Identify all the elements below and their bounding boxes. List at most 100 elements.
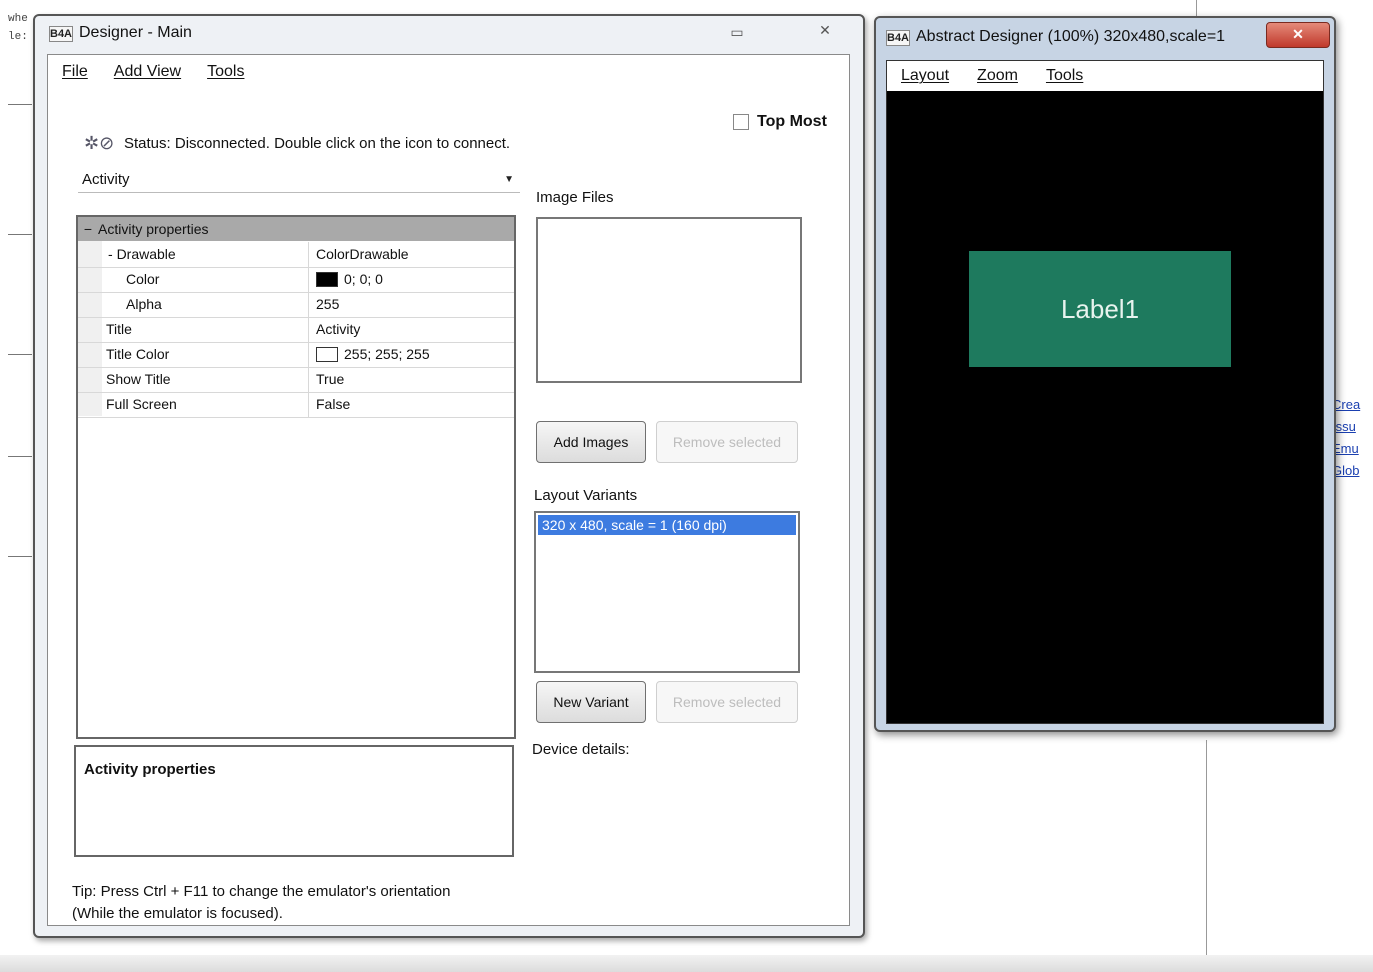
collapse-icon[interactable]: - — [108, 246, 113, 262]
property-grid: − Activity properties - Drawable ColorDr… — [76, 215, 516, 739]
background-link: Issu — [1332, 419, 1356, 434]
menu-tools[interactable]: Tools — [1046, 67, 1083, 85]
property-row-show-title[interactable]: Show Title True — [78, 367, 514, 393]
background-tick — [8, 456, 32, 457]
property-name: - Drawable — [108, 246, 298, 262]
main-menubar: File Add View Tools — [48, 55, 244, 89]
remove-images-button[interactable]: Remove selected — [656, 421, 798, 463]
property-value-text: True — [316, 371, 345, 387]
connection-icon[interactable]: ✲⊘ — [84, 131, 118, 155]
add-images-button[interactable]: Add Images — [536, 421, 646, 463]
property-category-label: Activity properties — [98, 221, 209, 237]
tip-line: Tip: Press Ctrl + F11 to change the emul… — [72, 883, 451, 900]
code-line-1: whe — [8, 13, 28, 25]
menu-layout[interactable]: Layout — [901, 67, 949, 85]
property-name-text: Drawable — [116, 246, 176, 262]
background-tick — [8, 104, 32, 105]
restore-icon[interactable]: ▭ — [723, 22, 751, 42]
window-title: Abstract Designer (100%) 320x480,scale=1 — [916, 28, 1226, 45]
layout-variants-list[interactable]: 320 x 480, scale = 1 (160 dpi) — [534, 511, 800, 673]
property-description-panel: Activity properties — [74, 745, 514, 857]
abstract-designer-canvas[interactable]: Layout Zoom Tools Label1 — [886, 60, 1324, 724]
property-value[interactable]: ColorDrawable — [316, 246, 506, 262]
tip-text: Tip: Press Ctrl + F11 to change the emul… — [72, 881, 532, 925]
property-name: Title — [106, 321, 132, 337]
new-variant-button[interactable]: New Variant — [536, 681, 646, 723]
collapse-icon[interactable]: − — [78, 221, 98, 237]
property-row-full-screen[interactable]: Full Screen False — [78, 392, 514, 418]
status-text: Status: Disconnected. Double click on th… — [124, 134, 511, 152]
abstract-menubar: Layout Zoom Tools — [887, 61, 1323, 91]
background-link: Emu — [1332, 441, 1359, 456]
image-files-list[interactable] — [536, 217, 802, 383]
property-name: Color — [126, 271, 160, 287]
close-icon[interactable]: ✕ — [811, 20, 839, 40]
property-value[interactable]: 255 — [316, 296, 506, 312]
property-value[interactable]: 255; 255; 255 — [316, 346, 506, 362]
property-description-title: Activity properties — [84, 761, 216, 778]
desktop-bottom-edge — [0, 955, 1373, 972]
top-most-label: Top Most — [757, 113, 827, 130]
grid-separator — [308, 367, 309, 392]
device-details-label: Device details: — [532, 741, 630, 758]
label-view[interactable]: Label1 — [969, 251, 1231, 367]
background-link: Crea — [1332, 397, 1361, 412]
remove-variant-button[interactable]: Remove selected — [656, 681, 798, 723]
color-swatch-icon — [316, 271, 338, 287]
property-row-title-color[interactable]: Title Color 255; 255; 255 — [78, 342, 514, 368]
property-name: Show Title — [106, 371, 171, 387]
property-value-text: False — [316, 396, 351, 412]
property-value-text: 0; 0; 0 — [344, 271, 383, 287]
menu-zoom[interactable]: Zoom — [977, 67, 1018, 85]
color-swatch-icon — [316, 346, 338, 362]
main-titlebar[interactable]: B4A Designer - Main ▭ ✕ — [35, 16, 863, 54]
property-value[interactable]: 0; 0; 0 — [316, 271, 506, 287]
app-icon: B4A — [886, 30, 910, 46]
app-icon: B4A — [49, 26, 73, 42]
property-value-text: 255 — [316, 296, 340, 312]
property-name: Title Color — [106, 346, 170, 362]
property-category-header[interactable]: − Activity properties — [78, 217, 514, 241]
status-row: ✲⊘ Status: Disconnected. Double click on… — [84, 131, 510, 155]
dropdown-arrow-icon[interactable]: ▼ — [504, 174, 514, 185]
module-selector-value: Activity — [82, 171, 130, 188]
property-name: Full Screen — [106, 396, 177, 412]
layout-variant-item[interactable]: 320 x 480, scale = 1 (160 dpi) — [538, 515, 796, 535]
property-value-text: 255; 255; 255 — [344, 346, 430, 362]
code-line-2: le: — [8, 31, 28, 43]
background-tick — [8, 556, 32, 557]
grid-separator — [308, 292, 309, 317]
image-files-label: Image Files — [536, 189, 614, 206]
background-tick — [8, 234, 32, 235]
menu-file[interactable]: File — [62, 63, 88, 81]
menu-tools[interactable]: Tools — [207, 63, 244, 81]
checkbox-box[interactable] — [733, 114, 749, 130]
window-title: Designer - Main — [79, 24, 192, 41]
background-link: Glob — [1332, 463, 1360, 478]
grid-separator — [308, 267, 309, 292]
property-row-color[interactable]: Color 0; 0; 0 — [78, 267, 514, 293]
designer-main-window: B4A Designer - Main ▭ ✕ File Add View To… — [33, 14, 865, 938]
property-row-alpha[interactable]: Alpha 255 — [78, 292, 514, 318]
grid-separator — [308, 242, 309, 267]
property-value[interactable]: False — [316, 396, 506, 412]
grid-separator — [308, 392, 309, 417]
abstract-designer-window: B4A Abstract Designer (100%) 320x480,sca… — [874, 16, 1336, 732]
tip-line: (While the emulator is focused). — [72, 905, 283, 922]
property-value[interactable]: Activity — [316, 321, 506, 337]
property-row-title[interactable]: Title Activity — [78, 317, 514, 343]
grid-separator — [308, 317, 309, 342]
close-icon[interactable]: ✕ — [1266, 22, 1330, 48]
property-name: Alpha — [126, 296, 162, 312]
main-client-area: File Add View Tools ✲⊘ Status: Disconnec… — [47, 54, 850, 926]
background-links: Crea Issu Emu Glob — [1332, 394, 1373, 482]
property-row-drawable[interactable]: - Drawable ColorDrawable — [78, 242, 514, 268]
property-value[interactable]: True — [316, 371, 506, 387]
top-most-checkbox[interactable]: Top Most — [733, 113, 827, 131]
menu-add-view[interactable]: Add View — [114, 63, 181, 81]
property-value-text: ColorDrawable — [316, 246, 409, 262]
layout-variants-label: Layout Variants — [534, 487, 638, 504]
grid-separator — [308, 342, 309, 367]
module-selector[interactable]: Activity ▼ — [78, 167, 520, 193]
property-value-text: Activity — [316, 321, 361, 337]
